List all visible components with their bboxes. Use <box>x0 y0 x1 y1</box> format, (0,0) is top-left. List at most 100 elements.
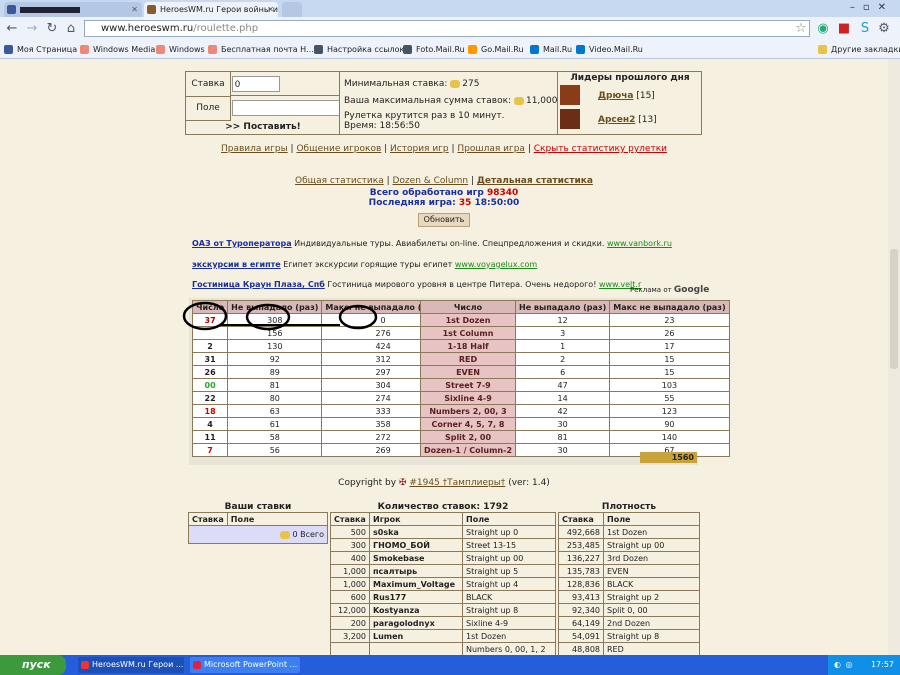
place-bet-button[interactable]: >> Поставить! <box>186 120 340 135</box>
close-icon[interactable]: ✕ <box>131 2 138 17</box>
vertical-scrollbar[interactable] <box>888 59 900 655</box>
table-row: 26 89 297 <box>191 365 445 379</box>
bookmarks-bar: Моя Страница Windows Media Windows Беспл… <box>0 41 900 59</box>
back-icon[interactable]: ← <box>4 21 20 37</box>
star-icon[interactable]: ☆ <box>793 21 809 37</box>
taskbar-button[interactable]: Microsoft PowerPoint ... <box>190 657 300 673</box>
density-amount-cell: 136,227 <box>558 551 604 565</box>
tray-icon[interactable]: ◐ <box>834 660 841 669</box>
ad-item[interactable]: экскурсии в египте Египет экскурсии горя… <box>192 260 537 269</box>
wrench-icon[interactable]: ⚙ <box>876 21 892 37</box>
reload-icon[interactable]: ↻ <box>44 21 60 37</box>
field-cell: Straight up 5 <box>462 564 556 578</box>
ad-item[interactable]: Гостиница Краун Плаза, Спб Гостиница мир… <box>192 280 641 289</box>
ads-by-google[interactable]: Реклама от Google <box>630 285 709 295</box>
not-dropped-cell: 47 <box>515 378 611 392</box>
link-hide-stats[interactable]: Скрыть статистику рулетки <box>534 144 667 154</box>
leader-2[interactable]: Арсен2 [13] <box>598 115 657 125</box>
chrome-icon <box>81 661 89 669</box>
close-icon[interactable]: ✕ <box>267 2 274 17</box>
tray-icon[interactable]: ◎ <box>846 660 853 669</box>
density-amount-cell: 253,485 <box>558 538 604 552</box>
player-cell[interactable]: Maximum_Voltage <box>369 577 463 591</box>
player-cell[interactable]: Lumen <box>369 629 463 643</box>
link-history[interactable]: История игр <box>390 144 449 154</box>
extension-icon[interactable]: ◉ <box>815 21 831 37</box>
home-icon[interactable]: ⌂ <box>63 21 79 37</box>
stats-tabs: Общая статистика | Dozen & Column | Дета… <box>295 176 593 186</box>
table-row: 54,091 Straight up 8 <box>558 629 700 643</box>
forward-icon[interactable]: → <box>24 21 40 37</box>
tab-inactive[interactable]: ✕ <box>4 2 142 17</box>
refresh-button[interactable]: Обновить <box>418 213 470 227</box>
player-cell[interactable]: Smokebase <box>369 551 463 565</box>
bookmark-item[interactable]: Бесплатная почта H... <box>208 43 314 56</box>
max-not-dropped-cell: 55 <box>609 391 730 405</box>
density-amount-cell: 54,091 <box>558 629 604 643</box>
not-dropped-cell: 63 <box>227 404 323 418</box>
field-cell: Numbers 0, 00, 1, 2 <box>462 642 556 655</box>
player-cell[interactable]: Rus177 <box>369 590 463 604</box>
table-row: Split 2, 00 81 140 <box>419 430 730 444</box>
ad-item[interactable]: ОАЗ от Туроператора Индивидуальные туры.… <box>192 239 672 248</box>
not-dropped-cell: 6 <box>515 365 611 379</box>
bookmark-item[interactable]: Video.Mail.Ru <box>576 43 643 56</box>
player-cell[interactable]: ГНОМО_БОЙ <box>369 538 463 552</box>
tab-general-stats[interactable]: Общая статистика <box>295 176 384 186</box>
player-cell[interactable]: paragolodnyx <box>369 616 463 630</box>
not-dropped-cell: 3 <box>515 326 611 340</box>
player-cell[interactable] <box>369 642 463 655</box>
bet-amount-cell: 500 <box>330 525 370 539</box>
page-content: Ставка Поле >> Поставить! Минимальная ст… <box>0 59 888 655</box>
bookmark-item[interactable]: Foto.Mail.Ru <box>403 43 465 56</box>
bookmark-item[interactable]: Настройка ссылок <box>314 43 404 56</box>
bookmark-item[interactable]: Моя Страница <box>4 43 77 56</box>
total-processed: Всего обработано игр 98340 <box>369 188 519 198</box>
col-header: Макс не выпадало (раз) <box>609 300 730 314</box>
heroes-favicon-icon <box>147 5 156 14</box>
tab-detailed-stats[interactable]: Детальная статистика <box>477 176 593 186</box>
table-row: 600 Rus177 BLACK <box>330 590 556 604</box>
scroll-thumb[interactable] <box>890 249 898 369</box>
density-body: 492,668 1st Dozen 253,485 Straight up 00 136… <box>558 525 700 655</box>
bookmark-folder[interactable]: Другие закладки <box>818 43 900 56</box>
player-cell[interactable]: псалтырь <box>369 564 463 578</box>
table-row: 500 s0ska Straight up 0 <box>330 525 556 539</box>
table-row: Numbers 0, 00, 1, 2 <box>330 642 556 655</box>
start-button[interactable]: пуск <box>0 655 66 675</box>
taskbar-button[interactable]: HeroesWM.ru Герои ... <box>78 657 184 673</box>
taskbar: пуск HeroesWM.ru Герои ... Microsoft Pow… <box>0 655 900 675</box>
not-dropped-cell: 14 <box>515 391 611 405</box>
clan-link[interactable]: #1945 †Тамплиеры† <box>409 478 505 488</box>
table-row: 1,000 псалтырь Straight up 5 <box>330 564 556 578</box>
extension-icon[interactable]: ■ <box>836 21 852 37</box>
bet-type-cell: Corner 4, 5, 7, 8 <box>419 417 517 431</box>
skype-icon[interactable]: S <box>857 21 873 37</box>
leader-1[interactable]: Дрюча [15] <box>598 91 655 101</box>
bet-type-cell: RED <box>419 352 517 366</box>
not-dropped-cell: 30 <box>515 443 611 457</box>
link-rules[interactable]: Правила игры <box>221 144 288 154</box>
number-cell: 18 <box>191 404 229 418</box>
bookmark-item[interactable]: Go.Mail.Ru <box>468 43 524 56</box>
bookmark-item[interactable]: Windows Media <box>80 43 155 56</box>
bookmark-item[interactable]: Windows <box>156 43 205 56</box>
number-cell: 2 <box>191 339 229 353</box>
tab-strip: ✕ HeroesWM.ru Герои войны и ✕ –▫✕ <box>0 0 900 17</box>
player-cell[interactable]: Kostyanza <box>369 603 463 617</box>
new-tab-button[interactable] <box>282 2 302 17</box>
address-bar[interactable]: www.heroeswm.ru/roulette.php <box>84 20 810 37</box>
player-cell[interactable]: s0ska <box>369 525 463 539</box>
field-input[interactable] <box>232 100 340 116</box>
bookmark-item[interactable]: Mail.Ru <box>530 43 572 56</box>
tab-dozen-column[interactable]: Dozen & Column <box>393 176 469 186</box>
field-cell: Straight up 0 <box>462 525 556 539</box>
window-controls-icon[interactable]: –▫✕ <box>850 2 894 13</box>
density-amount-cell: 135,783 <box>558 564 604 578</box>
tab-active[interactable]: HeroesWM.ru Герои войны и ✕ <box>144 2 278 17</box>
not-dropped-cell: 58 <box>227 430 323 444</box>
not-dropped-cell: 61 <box>227 417 323 431</box>
link-last-game[interactable]: Прошлая игра <box>457 144 525 154</box>
link-chat[interactable]: Общение игроков <box>296 144 381 154</box>
max-not-dropped-cell: 90 <box>609 417 730 431</box>
